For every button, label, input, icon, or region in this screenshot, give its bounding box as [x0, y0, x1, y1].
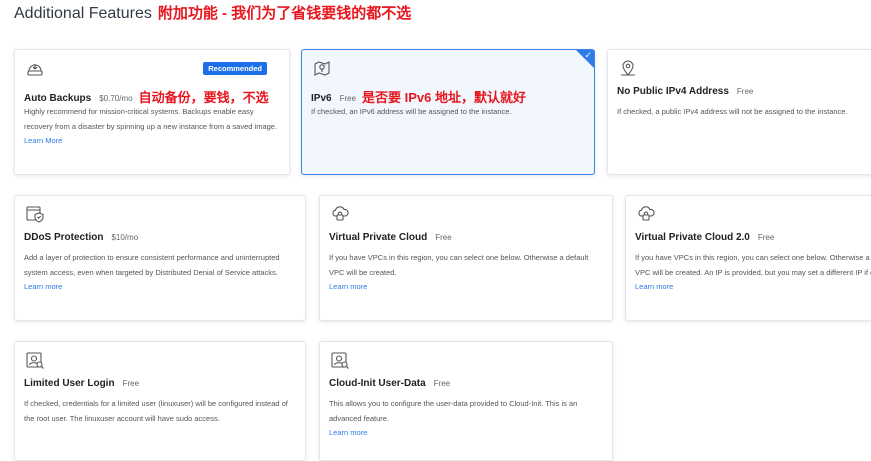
ddos-shield-icon — [25, 204, 45, 224]
card-title: No Public IPv4 Address — [617, 86, 729, 97]
card-description: If checked, credentials for a limited us… — [24, 397, 297, 426]
card-title: IPv6 — [311, 93, 332, 104]
section-annotation: 附加功能 - 我们为了省钱要钱的都不选 — [157, 5, 412, 22]
card-price: Free — [339, 94, 357, 103]
feature-card-auto-backups[interactable]: Recommended Auto Backups $0.70/mo 自动备份，要… — [14, 49, 290, 175]
section-title: Additional Features — [14, 5, 152, 22]
cloud-lock-icon — [330, 204, 350, 224]
card-description: If checked, an IPv6 address will be assi… — [311, 105, 586, 120]
card-title: Cloud-Init User-Data — [329, 378, 426, 389]
feature-card-limited-user-login[interactable]: Limited User Login Free If checked, cred… — [14, 341, 306, 461]
card-price: $10/mo — [111, 233, 139, 242]
feature-card-no-public-ipv4[interactable]: No Public IPv4 Address Free If checked, … — [607, 49, 871, 175]
feature-card-cloud-init[interactable]: Cloud-Init User-Data Free This allows yo… — [319, 341, 613, 461]
card-price: Free — [122, 379, 140, 388]
card-description-text: This allows you to configure the user-da… — [329, 399, 578, 423]
card-annotation: 是否要 IPv6 地址，默认就好 — [362, 90, 526, 105]
card-description-text: If checked, credentials for a limited us… — [24, 399, 288, 423]
user-search-icon — [25, 350, 45, 370]
card-price: Free — [435, 233, 452, 242]
map-pin-icon — [312, 58, 332, 78]
recommended-badge: Recommended — [203, 62, 267, 75]
card-title: Virtual Private Cloud 2.0 — [635, 232, 750, 243]
card-description: If you have VPCs in this region, you can… — [635, 251, 871, 295]
learn-more-link[interactable]: Learn more — [635, 280, 871, 295]
card-description: Highly recommend for mission-critical sy… — [24, 105, 281, 149]
card-price: Free — [433, 379, 451, 388]
card-title: Auto Backups — [24, 93, 92, 104]
card-description-text: Add a layer of protection to ensure cons… — [24, 253, 280, 277]
card-description-text: If you have VPCs in this region, you can… — [635, 253, 871, 277]
checkmark-icon: ✓ — [584, 50, 592, 60]
card-title: Limited User Login — [24, 378, 115, 389]
feature-card-ipv6[interactable]: ✓ IPv6 Free 是否要 IPv6 地址，默认就好 If checked,… — [301, 49, 595, 175]
card-description-text: Highly recommend for mission-critical sy… — [24, 107, 278, 131]
card-price: Free — [757, 233, 775, 242]
card-description-text: If you have VPCs in this region, you can… — [329, 253, 589, 277]
section-heading: Additional Features 附加功能 - 我们为了省钱要钱的都不选 — [14, 2, 411, 23]
user-search-icon — [330, 350, 350, 370]
card-description-text: If checked, an IPv6 address will be assi… — [311, 107, 512, 116]
map-pin-off-icon — [618, 58, 638, 78]
card-title: Virtual Private Cloud — [329, 232, 428, 243]
card-title: DDoS Protection — [24, 232, 104, 243]
learn-more-link[interactable]: Learn more — [329, 426, 604, 441]
card-price: $0.70/mo — [99, 94, 133, 103]
card-description: If checked, a public IPv4 address will n… — [617, 105, 870, 120]
card-annotation: 自动备份，要钱，不选 — [138, 90, 269, 105]
cloud-lock-icon — [636, 204, 656, 224]
card-description: Add a layer of protection to ensure cons… — [24, 251, 297, 295]
card-description: This allows you to configure the user-da… — [329, 397, 604, 441]
card-description-text: If checked, a public IPv4 address will n… — [617, 107, 848, 116]
backup-icon — [25, 58, 45, 78]
card-description: If you have VPCs in this region, you can… — [329, 251, 604, 295]
learn-more-link[interactable]: Learn More — [24, 134, 281, 149]
feature-card-ddos-protection[interactable]: DDoS Protection $10/mo Add a layer of pr… — [14, 195, 306, 321]
feature-card-vpc-2[interactable]: Virtual Private Cloud 2.0 Free If you ha… — [625, 195, 871, 321]
learn-more-link[interactable]: Learn more — [24, 280, 297, 295]
learn-more-link[interactable]: Learn more — [329, 280, 604, 295]
feature-card-vpc[interactable]: Virtual Private Cloud Free If you have V… — [319, 195, 613, 321]
card-price: Free — [736, 87, 754, 96]
